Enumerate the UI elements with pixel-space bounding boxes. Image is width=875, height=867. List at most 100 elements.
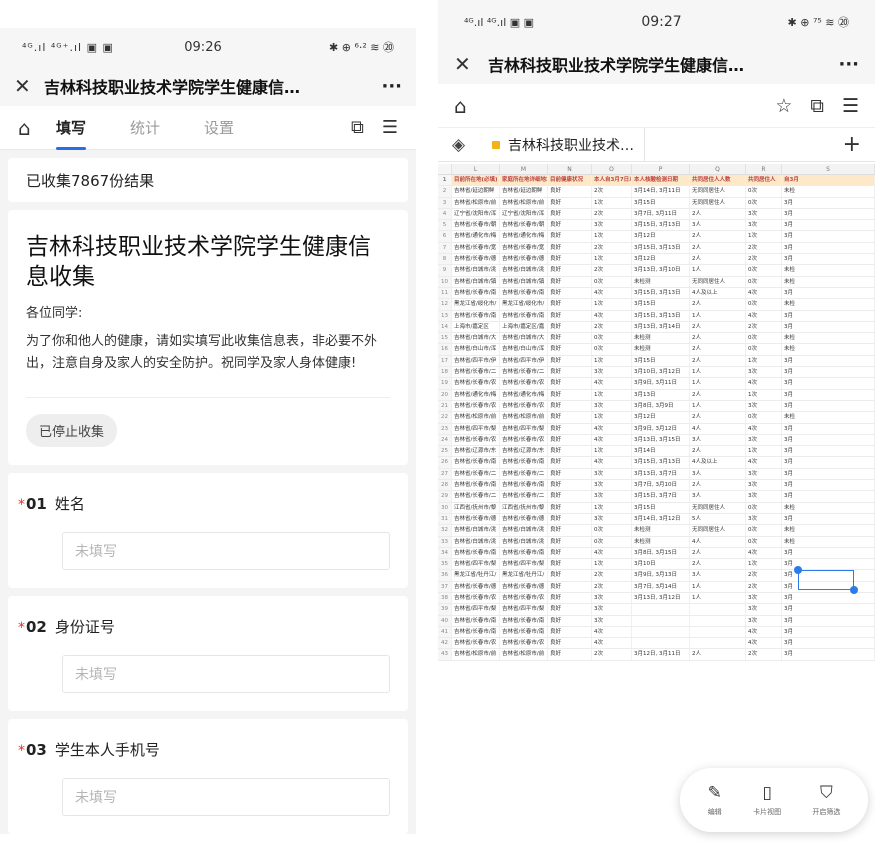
table-cell[interactable]: 良好 (548, 231, 592, 242)
table-cell[interactable]: 3月13日, 3月10日 (632, 265, 690, 276)
table-cell[interactable]: 吉林省/长春市/德 (452, 513, 500, 525)
table-cell[interactable]: 4次 (746, 310, 782, 321)
table-cell[interactable]: 3月 (782, 287, 875, 299)
table-cell[interactable]: 良好 (548, 378, 592, 389)
table-cell[interactable]: 良好 (548, 186, 592, 197)
table-cell[interactable]: 良好 (548, 626, 592, 638)
table-cell[interactable]: 3月15日 (632, 197, 690, 208)
menu-icon[interactable]: ☰ (382, 117, 398, 138)
table-cell[interactable]: 3月 (782, 197, 875, 208)
table-cell[interactable]: 3月9日, 3月12日 (632, 423, 690, 434)
row-number[interactable]: 7 (438, 242, 452, 254)
table-cell[interactable]: 未检 (782, 344, 875, 355)
table-cell[interactable]: 3次 (746, 604, 782, 615)
close-icon[interactable]: ✕ (14, 74, 44, 98)
table-cell[interactable]: 3次 (592, 400, 632, 412)
table-cell[interactable]: 吉林省/白城市/洮 (500, 536, 548, 547)
table-cell[interactable]: 吉林省/长春市/朝 (452, 220, 500, 231)
table-cell[interactable]: 2次 (592, 242, 632, 254)
table-cell[interactable]: 吉林省/长春市/南 (500, 626, 548, 638)
row-number[interactable]: 11 (438, 287, 452, 299)
table-cell[interactable]: 2次 (592, 581, 632, 592)
table-cell[interactable]: 无同同居住人 (690, 276, 746, 287)
table-cell[interactable]: 4次 (746, 626, 782, 638)
table-cell[interactable]: 4次 (592, 547, 632, 559)
table-cell[interactable]: 3次 (592, 513, 632, 525)
table-cell[interactable]: 3月13日, 3月15日 (632, 434, 690, 446)
row-number[interactable]: 38 (438, 592, 452, 604)
menu-icon[interactable]: ☰ (842, 95, 859, 117)
table-cell[interactable] (690, 638, 746, 649)
table-cell[interactable]: 江西省/抚州市/黎 (452, 502, 500, 513)
table-cell[interactable]: 无同同居住人 (690, 186, 746, 197)
table-cell[interactable]: 3次 (592, 468, 632, 480)
table-cell[interactable]: 3人 (690, 491, 746, 502)
row-number[interactable]: 2 (438, 186, 452, 197)
row-number[interactable]: 21 (438, 400, 452, 412)
table-cell[interactable]: 2次 (592, 265, 632, 276)
table-cell[interactable]: 吉林省/通化市/梅 (500, 389, 548, 400)
table-cell[interactable]: 良好 (548, 197, 592, 208)
table-cell[interactable]: 辽宁省/沈阳市/浑 (500, 208, 548, 220)
table-cell[interactable]: 3月 (782, 378, 875, 389)
table-cell[interactable]: 0次 (746, 333, 782, 344)
column-header[interactable]: N (548, 164, 592, 174)
table-cell[interactable]: 吉林省/长春市/二 (500, 367, 548, 378)
table-cell[interactable]: 3月 (782, 626, 875, 638)
table-cell[interactable]: 吉林省/长春市/南 (452, 626, 500, 638)
table-cell[interactable]: 3月 (782, 355, 875, 367)
name-input[interactable]: 未填写 (62, 532, 390, 570)
table-cell[interactable]: 3月 (782, 547, 875, 559)
table-cell[interactable]: 吉林省/长春市/南 (500, 287, 548, 299)
row-number[interactable]: 19 (438, 378, 452, 389)
table-cell[interactable]: 1次 (592, 502, 632, 513)
row-number[interactable]: 22 (438, 412, 452, 423)
column-header[interactable]: Q (690, 164, 746, 174)
table-cell[interactable]: 无同同居住人 (690, 502, 746, 513)
column-header[interactable]: P (632, 164, 690, 174)
table-cell[interactable]: 良好 (548, 400, 592, 412)
table-cell[interactable]: 吉林省/四平市/梨 (500, 604, 548, 615)
table-cell[interactable]: 3次 (592, 480, 632, 491)
table-cell[interactable]: 黑龙江省/牡丹江/ (500, 570, 548, 581)
table-cell[interactable]: 3月 (782, 231, 875, 242)
header-cell[interactable]: 本人核酸检测日期 (632, 175, 690, 186)
table-cell[interactable]: 吉林省/延边朝鲜 (452, 186, 500, 197)
row-number[interactable]: 17 (438, 355, 452, 367)
table-cell[interactable]: 吉林省/四平市/梨 (452, 604, 500, 615)
table-cell[interactable]: 3月 (782, 434, 875, 446)
table-cell[interactable]: 1次 (592, 355, 632, 367)
table-cell[interactable]: 0次 (592, 344, 632, 355)
table-cell[interactable]: 吉林省/长春市/二 (452, 468, 500, 480)
table-cell[interactable] (632, 615, 690, 626)
table-cell[interactable]: 3月7日, 3月14日 (632, 581, 690, 592)
table-cell[interactable]: 良好 (548, 423, 592, 434)
table-cell[interactable]: 良好 (548, 559, 592, 570)
table-cell[interactable]: 4次 (746, 378, 782, 389)
table-cell[interactable]: 未检测 (632, 276, 690, 287)
table-cell[interactable]: 3月12日 (632, 412, 690, 423)
table-cell[interactable]: 2人 (690, 254, 746, 265)
table-cell[interactable]: 吉林省/长春市/德 (452, 254, 500, 265)
header-cell[interactable]: 目前所在地(必填) (452, 175, 500, 186)
table-cell[interactable]: 良好 (548, 592, 592, 604)
table-cell[interactable]: 良好 (548, 434, 592, 446)
table-cell[interactable]: 1人 (690, 310, 746, 321)
table-cell[interactable]: 3月 (782, 208, 875, 220)
table-cell[interactable]: 未检 (782, 412, 875, 423)
table-cell[interactable]: 良好 (548, 389, 592, 400)
table-cell[interactable]: 吉林省/松原市/前 (452, 649, 500, 660)
row-number[interactable]: 16 (438, 344, 452, 355)
table-cell[interactable]: 3次 (592, 615, 632, 626)
table-cell[interactable]: 良好 (548, 615, 592, 626)
table-cell[interactable]: 良好 (548, 649, 592, 660)
table-cell[interactable]: 3月 (782, 242, 875, 254)
table-cell[interactable]: 良好 (548, 547, 592, 559)
table-cell[interactable]: 4次 (746, 457, 782, 468)
row-number[interactable]: 3 (438, 197, 452, 208)
table-cell[interactable]: 4人 (690, 536, 746, 547)
table-cell[interactable]: 2人 (690, 208, 746, 220)
table-cell[interactable]: 3月 (782, 389, 875, 400)
table-cell[interactable]: 3次 (746, 592, 782, 604)
table-cell[interactable]: 良好 (548, 276, 592, 287)
